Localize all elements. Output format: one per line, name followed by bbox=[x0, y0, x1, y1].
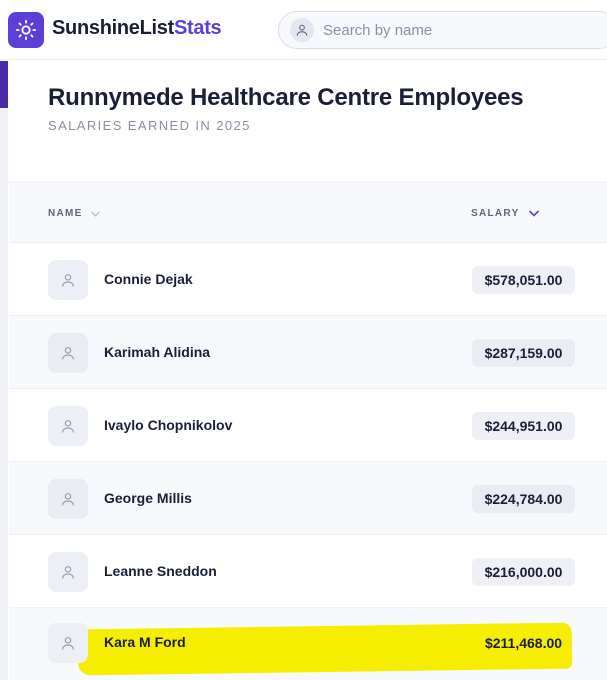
sun-icon bbox=[15, 19, 37, 41]
table-header: NAME SALARY bbox=[9, 183, 607, 243]
column-header-name-label: NAME bbox=[48, 208, 83, 219]
employee-name[interactable]: Leanne Sneddon bbox=[104, 563, 217, 579]
page-subtitle: SALARIES EARNED IN 2025 bbox=[48, 118, 251, 133]
logo[interactable] bbox=[8, 12, 44, 48]
search-box[interactable] bbox=[278, 11, 607, 49]
column-header-name[interactable]: NAME bbox=[48, 208, 100, 219]
chevron-down-icon bbox=[90, 211, 100, 217]
user-icon bbox=[62, 637, 74, 650]
column-header-salary-label: SALARY bbox=[471, 208, 520, 219]
employee-name[interactable]: Connie Dejak bbox=[104, 271, 193, 287]
table-row[interactable]: Karimah Alidina $287,159.00 bbox=[9, 316, 607, 389]
avatar bbox=[48, 552, 88, 592]
employee-name[interactable]: Kara M Ford bbox=[104, 634, 186, 650]
user-icon bbox=[62, 420, 74, 433]
salary-badge: $287,159.00 bbox=[472, 339, 575, 367]
brand-name[interactable]: SunshineListStats bbox=[52, 17, 222, 40]
user-icon bbox=[62, 493, 74, 506]
salary-badge: $244,951.00 bbox=[472, 412, 575, 440]
top-bar: SunshineListStats bbox=[0, 0, 607, 60]
employee-name[interactable]: George Millis bbox=[104, 490, 192, 506]
table-row[interactable]: George Millis $224,784.00 bbox=[9, 462, 607, 535]
table-row[interactable]: Ivaylo Chopnikolov $244,951.00 bbox=[9, 389, 607, 462]
page-title: Runnymede Healthcare Centre Employees bbox=[48, 84, 524, 111]
user-icon bbox=[62, 347, 74, 360]
avatar bbox=[48, 623, 88, 663]
employee-name[interactable]: Karimah Alidina bbox=[104, 344, 210, 360]
column-header-salary[interactable]: SALARY bbox=[471, 208, 539, 219]
chevron-down-icon bbox=[528, 210, 539, 217]
user-icon bbox=[62, 566, 74, 579]
avatar bbox=[48, 333, 88, 373]
avatar bbox=[48, 260, 88, 300]
brand-name-part2: Stats bbox=[173, 17, 222, 39]
highlighted-row[interactable]: Kara M Ford $211,468.00 bbox=[9, 606, 607, 680]
sidebar-accent bbox=[0, 61, 8, 108]
salary-badge: $578,051.00 bbox=[472, 266, 575, 294]
avatar bbox=[48, 479, 88, 519]
salary-badge: $211,468.00 bbox=[484, 635, 563, 651]
user-icon bbox=[62, 274, 74, 287]
table-row[interactable]: Leanne Sneddon $216,000.00 bbox=[9, 535, 607, 608]
salary-badge: $216,000.00 bbox=[472, 558, 575, 586]
sidebar-strip bbox=[0, 108, 8, 680]
avatar bbox=[48, 406, 88, 446]
search-input[interactable] bbox=[323, 18, 603, 42]
brand-name-part1: SunshineList bbox=[52, 17, 174, 39]
employee-name[interactable]: Ivaylo Chopnikolov bbox=[104, 417, 232, 433]
salary-badge: $224,784.00 bbox=[472, 485, 575, 513]
user-icon bbox=[290, 18, 314, 42]
table-row[interactable]: Connie Dejak $578,051.00 bbox=[9, 243, 607, 316]
